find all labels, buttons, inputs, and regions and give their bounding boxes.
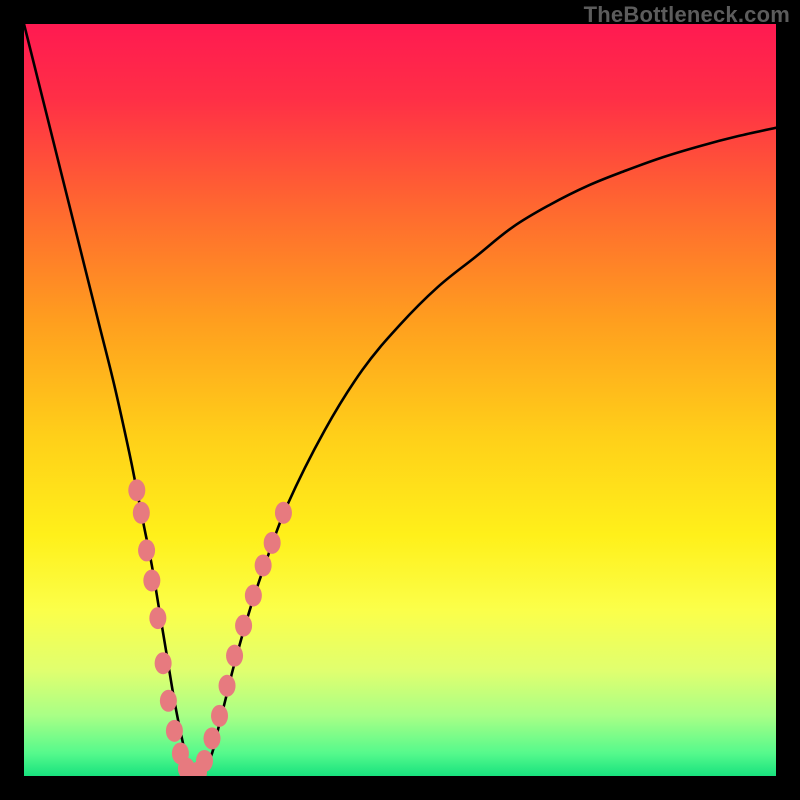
data-marker bbox=[196, 750, 213, 772]
data-marker bbox=[219, 675, 236, 697]
data-markers bbox=[128, 479, 292, 776]
data-marker bbox=[226, 645, 243, 667]
data-marker bbox=[255, 554, 272, 576]
data-marker bbox=[143, 569, 160, 591]
data-marker bbox=[235, 615, 252, 637]
data-marker bbox=[166, 720, 183, 742]
data-marker bbox=[204, 727, 221, 749]
data-marker bbox=[160, 690, 177, 712]
data-marker bbox=[133, 502, 150, 524]
chart-svg bbox=[24, 24, 776, 776]
chart-frame bbox=[24, 24, 776, 776]
data-marker bbox=[264, 532, 281, 554]
data-marker bbox=[138, 539, 155, 561]
data-marker bbox=[275, 502, 292, 524]
data-marker bbox=[128, 479, 145, 501]
data-marker bbox=[149, 607, 166, 629]
bottleneck-curve bbox=[24, 24, 776, 776]
data-marker bbox=[245, 585, 262, 607]
watermark-text: TheBottleneck.com bbox=[584, 2, 790, 28]
data-marker bbox=[211, 705, 228, 727]
data-marker bbox=[155, 652, 172, 674]
